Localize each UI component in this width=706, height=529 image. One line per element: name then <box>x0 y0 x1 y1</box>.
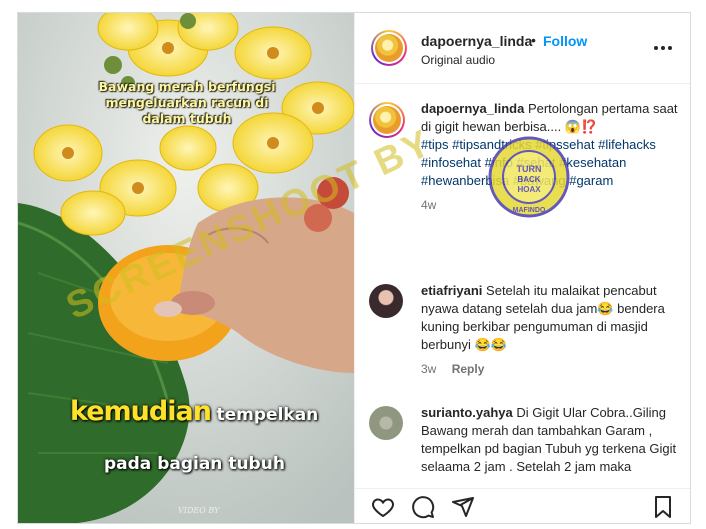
post-actions-bar <box>355 488 690 523</box>
hashtag[interactable]: #tipsandtricks <box>452 137 531 152</box>
caption-body: dapoernya_linda Pertolongan pertama saat… <box>421 100 679 214</box>
bookmark-icon[interactable] <box>651 495 675 519</box>
caption-time[interactable]: 4w <box>421 198 436 212</box>
more-horizontal-icon[interactable] <box>653 38 673 58</box>
comment-username[interactable]: etiafriyani <box>421 283 482 298</box>
heart-icon[interactable] <box>371 495 395 519</box>
reply-button[interactable]: Reply <box>452 362 485 376</box>
commenter-avatar[interactable] <box>369 406 403 440</box>
comment-body: etiafriyani Setelah itu malaikat pencabu… <box>421 282 679 378</box>
hashtag[interactable]: #infosehat <box>421 155 481 170</box>
hashtag[interactable]: #tipssehat <box>535 137 594 152</box>
video-credit: VIDEO BY <box>178 506 220 515</box>
caption-meta: 4w <box>421 196 679 214</box>
instagram-post: Bawang merah berfungsi mengeluarkan racu… <box>17 12 691 524</box>
video-caption-bottom: pada bagian tubuh <box>104 454 285 474</box>
author-avatar[interactable] <box>371 30 407 66</box>
comment-icon[interactable] <box>411 495 435 519</box>
hashtag[interactable]: #info <box>485 155 513 170</box>
hashtag[interactable]: #kesehatan <box>559 155 626 170</box>
post-side-panel: dapoernya_linda • Follow Original audio … <box>354 13 690 523</box>
caption-username[interactable]: dapoernya_linda <box>421 101 524 116</box>
video-caption-highlight: kemudian <box>70 396 212 427</box>
comments-section[interactable]: dapoernya_linda Pertolongan pertama saat… <box>355 84 690 476</box>
comment-body: surianto.yahya Di Gigit Ular Cobra..Gili… <box>421 404 679 476</box>
follow-button[interactable]: Follow <box>543 33 587 49</box>
hashtag[interactable]: #tips <box>421 137 448 152</box>
post-video[interactable]: Bawang merah berfungsi mengeluarkan racu… <box>18 13 354 523</box>
hashtag[interactable]: #hewanberbisa <box>421 173 509 188</box>
send-icon[interactable] <box>451 495 475 519</box>
video-caption-top: Bawang merah berfungsi mengeluarkan racu… <box>98 79 276 126</box>
hashtag[interactable]: #sehat <box>516 155 555 170</box>
hashtag[interactable]: #garam <box>569 173 613 188</box>
commenter-avatar[interactable] <box>369 284 403 318</box>
header-separator: • <box>531 32 536 48</box>
video-caption-rest: tempelkan <box>216 405 319 425</box>
original-audio-link[interactable]: Original audio <box>421 53 495 67</box>
video-caption-middle: kemudian tempelkan <box>70 396 340 427</box>
post-header: dapoernya_linda • Follow Original audio <box>355 13 690 84</box>
hashtag[interactable]: #bawang <box>513 173 566 188</box>
hashtag[interactable]: #lifehacks <box>598 137 656 152</box>
comment-time[interactable]: 3w <box>421 362 436 376</box>
comment-meta: 3w Reply <box>421 360 679 378</box>
caption-emoji: 😱⁉️ <box>564 119 598 134</box>
caption-author-avatar[interactable] <box>369 102 405 138</box>
comment-username[interactable]: surianto.yahya <box>421 405 513 420</box>
author-username[interactable]: dapoernya_linda <box>421 33 532 49</box>
